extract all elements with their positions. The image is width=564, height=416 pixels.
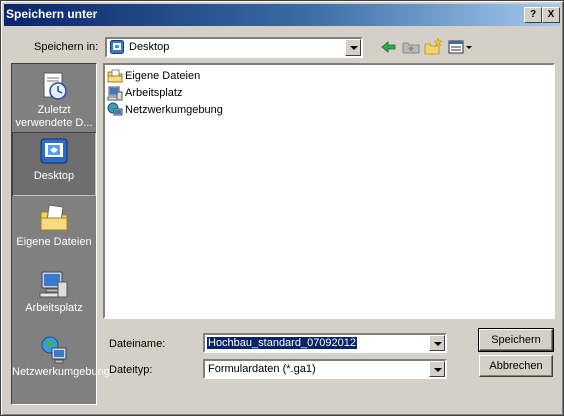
save-in-dropdown[interactable]: Desktop [105, 37, 363, 58]
place-label: Arbeitsplatz [25, 302, 83, 314]
help-button[interactable]: ? [524, 7, 542, 23]
save-as-dialog: Speichern unter ? X Speichern in: Deskto… [0, 0, 564, 416]
chevron-down-icon[interactable] [429, 335, 445, 351]
desktop-icon [110, 40, 124, 54]
recent-documents-icon [38, 70, 70, 102]
chevron-down-icon[interactable] [345, 39, 361, 56]
file-name: Netzwerkumgebung [125, 104, 223, 116]
filetype-label: Dateityp: [109, 364, 153, 376]
file-name: Arbeitsplatz [125, 87, 183, 99]
desktop-icon [38, 136, 70, 168]
folder-icon [107, 68, 123, 84]
place-network[interactable]: Netzwerkumgebung [12, 330, 110, 394]
my-documents-icon [38, 202, 70, 234]
filename-value: Hochbau_standard_07092012 [207, 337, 358, 349]
place-desktop[interactable]: Desktop [12, 132, 96, 196]
network-places-icon [38, 334, 70, 366]
file-list[interactable]: Eigene Dateien Arbeitsplatz Netzwerkumge… [103, 63, 555, 319]
save-in-value: Desktop [129, 41, 170, 53]
place-my-documents[interactable]: Eigene Dateien [12, 198, 96, 262]
place-label: Eigene Dateien [16, 236, 92, 248]
filename-input[interactable]: Hochbau_standard_07092012 [203, 333, 447, 353]
cancel-button[interactable]: Abbrechen [479, 355, 553, 377]
network-places-icon [107, 102, 123, 118]
save-in-label: Speichern in: [34, 41, 99, 53]
view-menu-icon[interactable] [447, 37, 473, 57]
place-label: Netzwerkumgebung [12, 366, 110, 378]
back-arrow-icon[interactable] [379, 37, 399, 57]
close-button[interactable]: X [542, 7, 560, 23]
place-my-computer[interactable]: Arbeitsplatz [12, 264, 96, 328]
filetype-value: Formulardaten (*.ga1) [208, 363, 316, 375]
my-computer-icon [38, 268, 70, 300]
up-folder-icon[interactable] [401, 37, 421, 57]
filename-label: Dateiname: [109, 338, 166, 350]
new-folder-icon[interactable] [423, 37, 443, 57]
save-button[interactable]: Speichern [478, 328, 554, 352]
place-label: Desktop [33, 170, 75, 182]
chevron-down-icon[interactable] [429, 361, 445, 377]
window-title: Speichern unter [6, 7, 98, 21]
place-recent[interactable]: Zuletzt verwendete D... [12, 66, 96, 130]
places-bar: Zuletzt verwendete D... Desktop Eigene D… [11, 63, 110, 405]
title-bar[interactable]: Speichern unter ? X [4, 4, 560, 26]
file-name: Eigene Dateien [125, 70, 201, 82]
place-label: Zuletzt verwendete D... [15, 104, 93, 129]
filetype-dropdown[interactable]: Formulardaten (*.ga1) [203, 359, 447, 379]
my-computer-icon [107, 85, 123, 101]
